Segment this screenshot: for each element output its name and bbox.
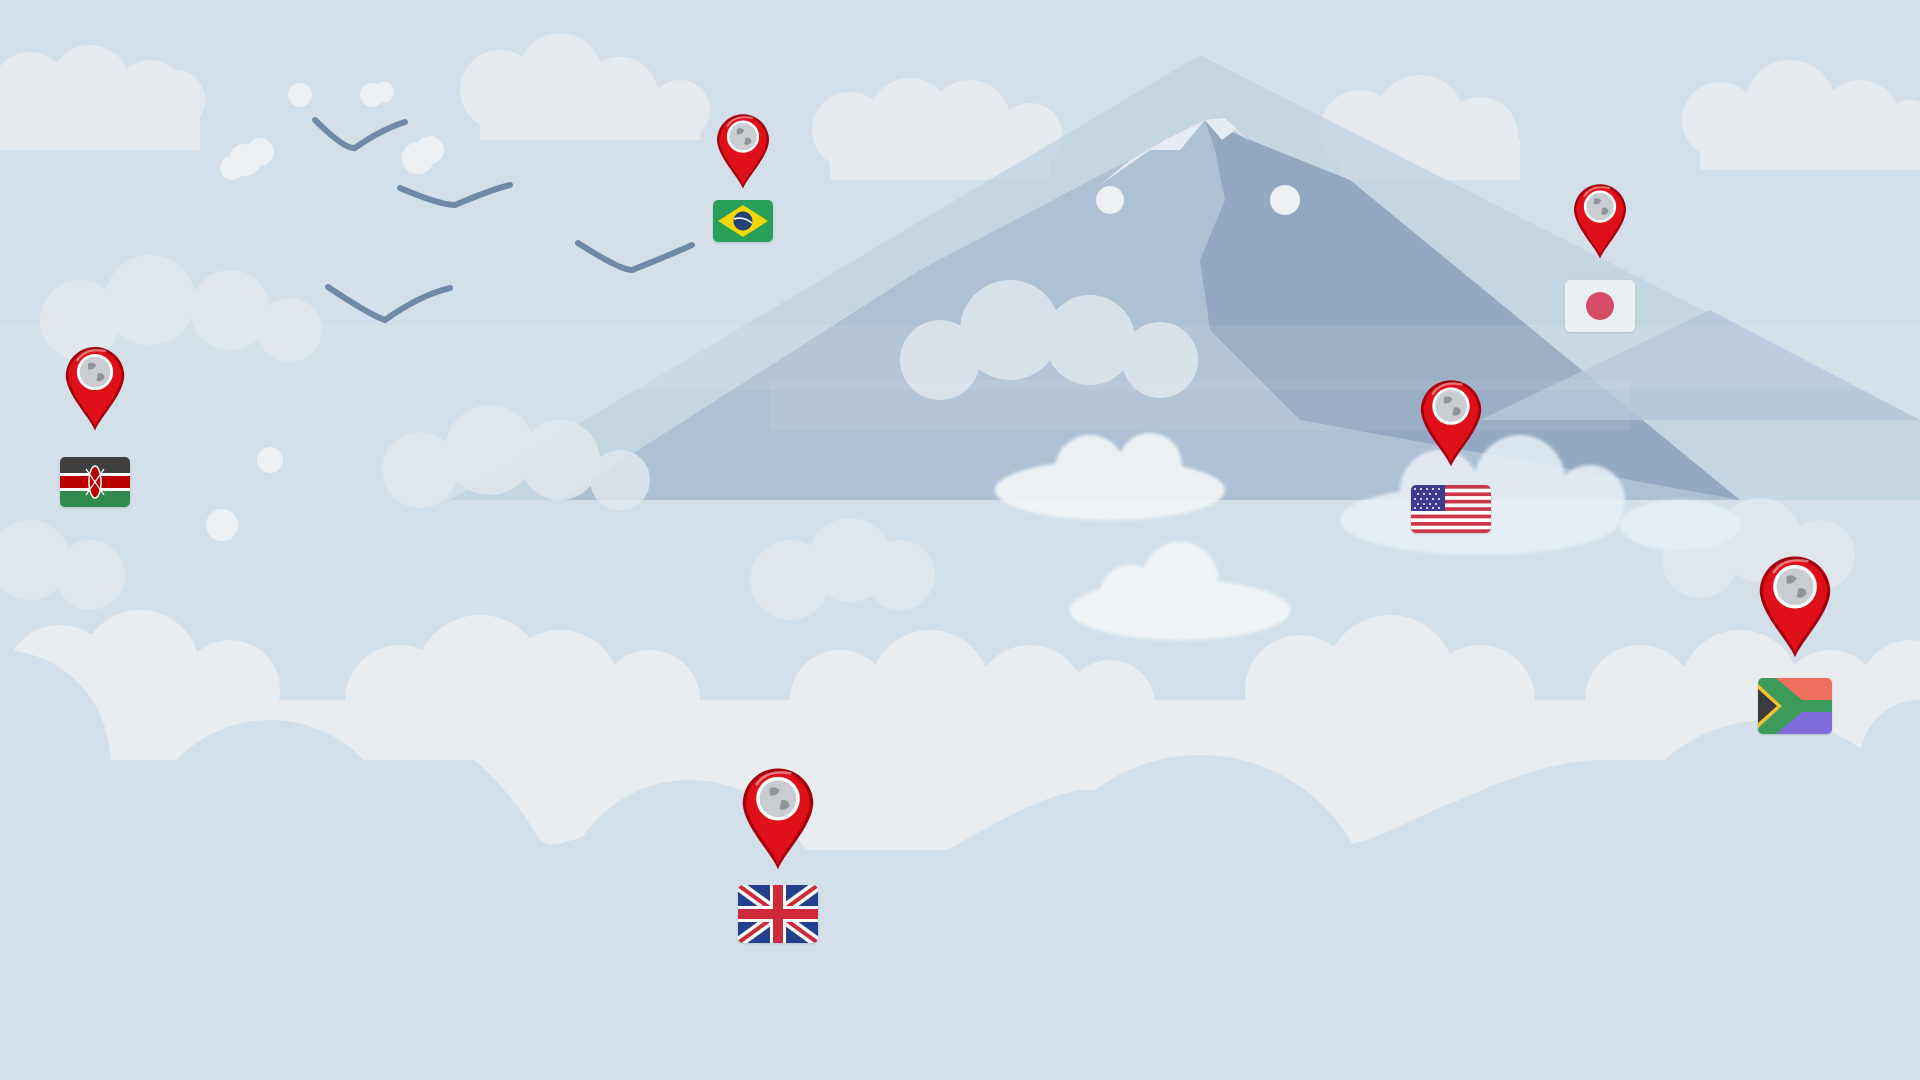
united-kingdom-flag-icon (738, 885, 818, 943)
marker-brazil[interactable] (698, 108, 788, 308)
marker-united-kingdom[interactable] (733, 760, 823, 960)
location-pin-icon[interactable] (1406, 373, 1496, 493)
location-pin-icon[interactable] (50, 340, 140, 460)
kenya-flag-icon (60, 457, 130, 507)
marker-south-africa[interactable] (1750, 548, 1840, 748)
usa-flag-icon (1411, 485, 1491, 533)
brazil-flag-icon (713, 200, 773, 242)
japan-flag-icon (1565, 280, 1635, 332)
location-pin-icon[interactable] (1750, 548, 1840, 668)
game-map-scene (0, 0, 1920, 1080)
location-pin-icon[interactable] (733, 760, 823, 880)
marker-kenya[interactable] (50, 340, 140, 540)
marker-usa[interactable] (1406, 373, 1496, 573)
marker-japan[interactable] (1555, 178, 1645, 378)
sky-backdrop (0, 0, 1920, 1080)
south-africa-flag-icon (1758, 678, 1832, 734)
